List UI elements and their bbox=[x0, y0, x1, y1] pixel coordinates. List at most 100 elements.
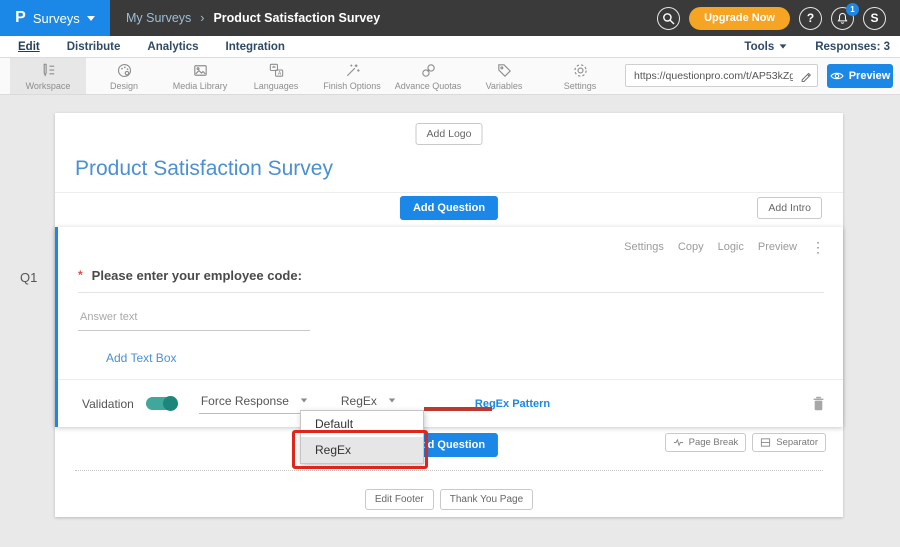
question-settings-link[interactable]: Settings bbox=[624, 241, 664, 253]
regex-pattern-link[interactable]: RegEx Pattern bbox=[475, 398, 550, 410]
toolbar-item-label: Settings bbox=[564, 81, 597, 91]
trash-icon bbox=[812, 396, 825, 411]
breadcrumb-current-survey: Product Satisfaction Survey bbox=[213, 11, 380, 25]
insert-buttons: Page Break Separator bbox=[665, 433, 826, 452]
question-logic-link[interactable]: Logic bbox=[718, 241, 744, 253]
divider bbox=[55, 192, 843, 193]
toolbar-item-settings[interactable]: Settings bbox=[542, 58, 618, 94]
validation-row: Validation Force Response RegEx RegEx Pa… bbox=[58, 379, 843, 427]
question-text-row: * Please enter your employee code: bbox=[78, 268, 302, 283]
survey-nav: Edit Distribute Analytics Integration To… bbox=[0, 36, 900, 58]
tab-distribute[interactable]: Distribute bbox=[67, 41, 121, 53]
validation-label: Validation bbox=[82, 397, 134, 411]
tab-edit[interactable]: Edit bbox=[18, 41, 40, 53]
regex-type-label: RegEx bbox=[341, 394, 377, 408]
notifications-button[interactable]: 1 bbox=[831, 7, 854, 30]
preview-label: Preview bbox=[849, 70, 891, 82]
survey-footer-buttons: Edit Footer Thank You Page bbox=[55, 489, 843, 510]
surveys-menu-label: Surveys bbox=[33, 11, 80, 26]
question-preview-link[interactable]: Preview bbox=[758, 241, 797, 253]
questionpro-survey-editor: P Surveys My Surveys › Product Satisfact… bbox=[0, 0, 900, 547]
toolbar-item-workspace[interactable]: Workspace bbox=[10, 58, 86, 94]
dropdown-option-default[interactable]: Default bbox=[301, 411, 423, 437]
help-button[interactable]: ? bbox=[799, 7, 822, 30]
search-button[interactable] bbox=[657, 7, 680, 30]
force-response-dropdown[interactable]: Force Response bbox=[199, 394, 313, 414]
tools-label: Tools bbox=[744, 41, 774, 53]
regex-dropdown-menu: Default RegEx bbox=[300, 410, 424, 464]
tools-menu[interactable]: Tools bbox=[744, 41, 787, 53]
toolbar-item-advance-quotas[interactable]: Advance Quotas bbox=[390, 58, 466, 94]
avatar-initial: S bbox=[870, 11, 878, 25]
survey-card: Add Logo Product Satisfaction Survey Add… bbox=[55, 113, 843, 517]
toolbar-item-label: Variables bbox=[486, 81, 523, 91]
question-text-underline bbox=[78, 292, 824, 293]
svg-text:A: A bbox=[277, 71, 281, 77]
help-icon: ? bbox=[807, 11, 814, 25]
delete-question-button[interactable] bbox=[812, 396, 825, 411]
variables-icon bbox=[495, 61, 514, 80]
toolbar-item-variables[interactable]: Variables bbox=[466, 58, 542, 94]
advance-quotas-icon bbox=[419, 61, 438, 80]
add-text-box-link[interactable]: Add Text Box bbox=[106, 351, 177, 365]
toolbar-item-label: Advance Quotas bbox=[395, 81, 462, 91]
question-number-label: Q1 bbox=[20, 270, 37, 285]
toolbar-item-label: Design bbox=[110, 81, 138, 91]
toolbar-item-media-library[interactable]: Media Library bbox=[162, 58, 238, 94]
user-avatar[interactable]: S bbox=[863, 7, 886, 30]
toolbar-item-label: Media Library bbox=[173, 81, 228, 91]
kebab-menu-icon[interactable] bbox=[811, 240, 825, 254]
breadcrumb: My Surveys › Product Satisfaction Survey bbox=[126, 11, 380, 25]
page-break-label: Page Break bbox=[689, 437, 739, 448]
survey-url-input[interactable] bbox=[626, 70, 795, 82]
dotted-divider bbox=[75, 470, 823, 471]
answer-text-input[interactable] bbox=[78, 309, 310, 331]
page-break-button[interactable]: Page Break bbox=[665, 433, 747, 452]
question-text[interactable]: Please enter your employee code: bbox=[92, 268, 302, 283]
responses-count[interactable]: Responses: 3 bbox=[815, 41, 890, 53]
toolbar-item-label: Languages bbox=[254, 81, 299, 91]
validation-toggle[interactable] bbox=[146, 397, 177, 410]
add-logo-button[interactable]: Add Logo bbox=[416, 123, 483, 145]
add-intro-button[interactable]: Add Intro bbox=[757, 197, 822, 219]
pencil-icon bbox=[800, 70, 812, 82]
separator-icon bbox=[760, 437, 771, 448]
tab-analytics[interactable]: Analytics bbox=[147, 41, 198, 53]
force-response-label: Force Response bbox=[201, 394, 289, 408]
toolbar-item-languages[interactable]: A Languages bbox=[238, 58, 314, 94]
edit-url-button[interactable] bbox=[795, 70, 817, 82]
separator-button[interactable]: Separator bbox=[752, 433, 826, 452]
media-library-icon bbox=[191, 61, 210, 80]
toolbar-item-finish-options[interactable]: Finish Options bbox=[314, 58, 390, 94]
design-icon bbox=[115, 61, 134, 80]
toolbar-item-design[interactable]: Design bbox=[86, 58, 162, 94]
settings-icon bbox=[571, 61, 590, 80]
survey-url-box bbox=[625, 64, 818, 87]
thank-you-page-button[interactable]: Thank You Page bbox=[440, 489, 533, 510]
tab-integration[interactable]: Integration bbox=[226, 41, 285, 53]
questionpro-logo-icon: P bbox=[15, 10, 26, 26]
chevron-down-icon bbox=[87, 16, 95, 21]
languages-icon: A bbox=[267, 61, 286, 80]
survey-title[interactable]: Product Satisfaction Survey bbox=[75, 157, 333, 181]
toolbar-item-label: Finish Options bbox=[323, 81, 381, 91]
question-block-q1: Settings Copy Logic Preview * Please ent… bbox=[55, 227, 843, 427]
separator-label: Separator bbox=[776, 437, 818, 448]
top-bar: P Surveys My Surveys › Product Satisfact… bbox=[0, 0, 900, 36]
search-icon bbox=[662, 12, 675, 25]
toolbar-item-label: Workspace bbox=[26, 81, 71, 91]
survey-nav-tabs: Edit Distribute Analytics Integration bbox=[0, 41, 285, 53]
add-question-button-top[interactable]: Add Question bbox=[400, 196, 498, 220]
surveys-menu[interactable]: P Surveys bbox=[0, 0, 110, 36]
upgrade-now-button[interactable]: Upgrade Now bbox=[689, 7, 790, 30]
preview-button[interactable]: Preview bbox=[827, 64, 893, 88]
edit-footer-button[interactable]: Edit Footer bbox=[365, 489, 434, 510]
breadcrumb-my-surveys[interactable]: My Surveys bbox=[126, 11, 191, 25]
question-copy-link[interactable]: Copy bbox=[678, 241, 704, 253]
chevron-down-icon bbox=[301, 399, 307, 403]
notification-badge: 1 bbox=[846, 3, 859, 16]
workspace-icon bbox=[39, 61, 58, 80]
dropdown-option-regex[interactable]: RegEx bbox=[301, 437, 423, 463]
top-bar-actions: Upgrade Now ? 1 S bbox=[657, 7, 900, 30]
toggle-knob bbox=[163, 396, 178, 411]
